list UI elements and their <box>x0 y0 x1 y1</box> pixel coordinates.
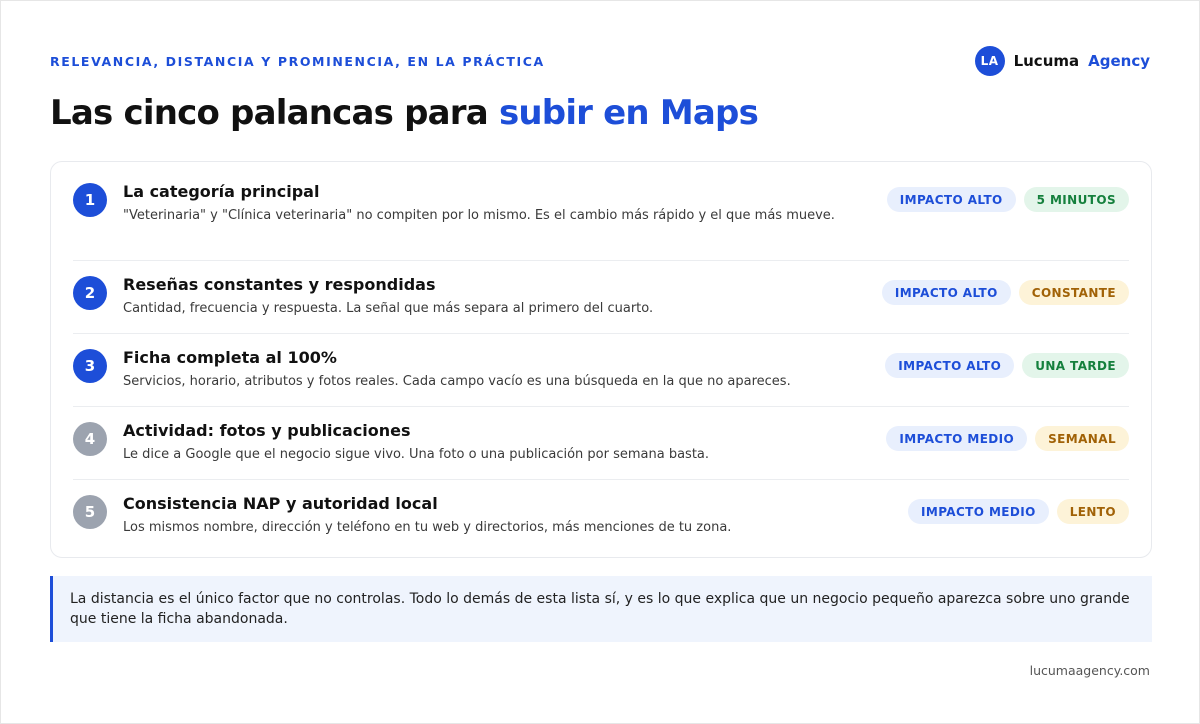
lever-tags: IMPACTO ALTO 5 MINUTOS <box>886 187 1129 212</box>
lever-description: Le dice a Google que el negocio sigue vi… <box>123 447 710 462</box>
lever-item: 5 Consistencia NAP y autoridad local Los… <box>73 479 1129 557</box>
page-title-accent: subir en Maps <box>498 93 759 133</box>
lever-tags: IMPACTO ALTO CONSTANTE <box>881 280 1129 305</box>
brand-logo-icon: LA <box>974 46 1005 76</box>
impact-badge: IMPACTO MEDIO <box>886 426 1028 451</box>
effort-badge: 5 MINUTOS <box>1023 187 1129 212</box>
page-title-main: Las cinco palancas para <box>50 93 499 133</box>
lever-description: "Veterinaria" y "Clínica veterinaria" no… <box>123 208 835 223</box>
effort-badge: SEMANAL <box>1035 426 1129 451</box>
lever-item: 2 Reseñas constantes y respondidas Canti… <box>73 260 1129 333</box>
page: RELEVANCIA, DISTANCIA Y PROMINENCIA, EN … <box>0 0 1200 724</box>
effort-badge: UNA TARDE <box>1022 353 1129 378</box>
impact-badge: IMPACTO ALTO <box>885 353 1015 378</box>
brand-accent: Agency <box>1088 52 1150 70</box>
impact-badge: IMPACTO ALTO <box>881 280 1011 305</box>
effort-badge: CONSTANTE <box>1018 280 1129 305</box>
lever-number-badge: 4 <box>73 422 107 456</box>
lever-number-badge: 2 <box>73 276 107 310</box>
brand-name: Lucuma <box>1013 52 1080 70</box>
lever-description: Los mismos nombre, dirección y teléfono … <box>123 520 732 535</box>
lever-item: 1 La categoría principal "Veterinaria" y… <box>73 162 1129 260</box>
impact-badge: IMPACTO MEDIO <box>907 499 1049 524</box>
lever-tags: IMPACTO MEDIO SEMANAL <box>886 426 1129 451</box>
lever-number-badge: 3 <box>73 349 107 383</box>
lever-title: Reseñas constantes y respondidas <box>123 275 436 294</box>
lever-title: Consistencia NAP y autoridad local <box>123 494 438 513</box>
lever-item: 3 Ficha completa al 100% Servicios, hora… <box>73 333 1129 406</box>
page-title: Las cinco palancas para subir en Maps <box>50 93 759 133</box>
lever-description: Cantidad, frecuencia y respuesta. La señ… <box>123 301 654 316</box>
levers-card: 1 La categoría principal "Veterinaria" y… <box>50 161 1152 558</box>
lever-title: Actividad: fotos y publicaciones <box>123 421 411 440</box>
brand[interactable]: LA Lucuma Agency <box>974 46 1150 76</box>
lever-description: Servicios, horario, atributos y fotos re… <box>123 374 791 389</box>
eyebrow-label: RELEVANCIA, DISTANCIA Y PROMINENCIA, EN … <box>50 54 545 69</box>
effort-badge: LENTO <box>1056 499 1129 524</box>
lever-tags: IMPACTO MEDIO LENTO <box>907 499 1129 524</box>
lever-title: Ficha completa al 100% <box>123 348 337 367</box>
callout-note: La distancia es el único factor que no c… <box>50 576 1152 642</box>
lever-number-badge: 5 <box>73 495 107 529</box>
impact-badge: IMPACTO ALTO <box>886 187 1016 212</box>
lever-item: 4 Actividad: fotos y publicaciones Le di… <box>73 406 1129 479</box>
lever-number-badge: 1 <box>73 183 107 217</box>
footer-website-link[interactable]: lucumaagency.com <box>1030 663 1150 678</box>
lever-title: La categoría principal <box>123 182 320 201</box>
lever-tags: IMPACTO ALTO UNA TARDE <box>885 353 1129 378</box>
